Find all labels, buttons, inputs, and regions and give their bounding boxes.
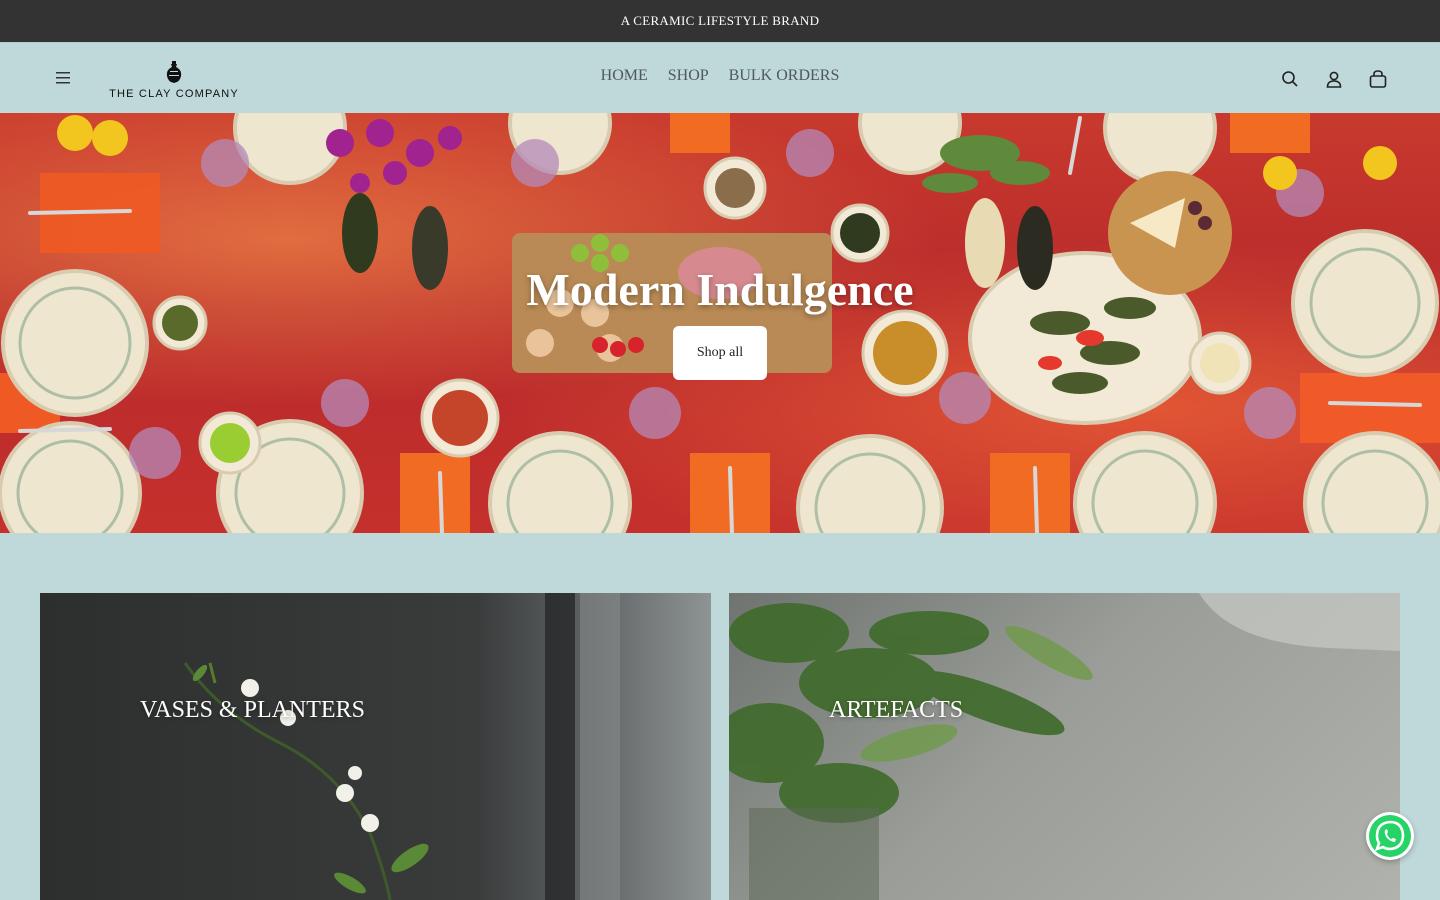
nav-shop[interactable]: SHOP xyxy=(668,67,709,85)
collection-vases-planters[interactable]: VASES & PLANTERS xyxy=(40,593,711,900)
announcement-bar: A CERAMIC LIFESTYLE BRAND xyxy=(0,0,1440,42)
header-actions xyxy=(1278,67,1390,91)
collection-artefacts[interactable]: ARTEFACTS xyxy=(729,593,1400,900)
collection-title: ARTEFACTS xyxy=(829,697,964,723)
hero-banner: Modern Indulgence Shop all xyxy=(0,113,1440,533)
nav-home[interactable]: HOME xyxy=(601,67,648,85)
hero-table-image xyxy=(0,113,1440,533)
announcement-text: A CERAMIC LIFESTYLE BRAND xyxy=(620,13,820,28)
shop-all-button[interactable]: Shop all xyxy=(673,326,767,380)
artefacts-image xyxy=(729,593,1400,900)
collection-title: VASES & PLANTERS xyxy=(140,697,365,723)
site-header: THE CLAY COMPANY HOME SHOP BULK ORDERS xyxy=(0,42,1440,113)
cart-icon[interactable] xyxy=(1366,67,1390,91)
hero-title: Modern Indulgence xyxy=(526,264,914,315)
search-icon[interactable] xyxy=(1278,67,1302,91)
vases-planters-image xyxy=(183,593,620,900)
nav-bulk-orders[interactable]: BULK ORDERS xyxy=(729,67,840,85)
main-nav: HOME SHOP BULK ORDERS xyxy=(0,67,1440,85)
whatsapp-icon xyxy=(1369,815,1411,857)
whatsapp-chat-button[interactable] xyxy=(1366,812,1414,860)
brand-name: THE CLAY COMPANY xyxy=(109,88,239,100)
account-icon[interactable] xyxy=(1322,67,1346,91)
